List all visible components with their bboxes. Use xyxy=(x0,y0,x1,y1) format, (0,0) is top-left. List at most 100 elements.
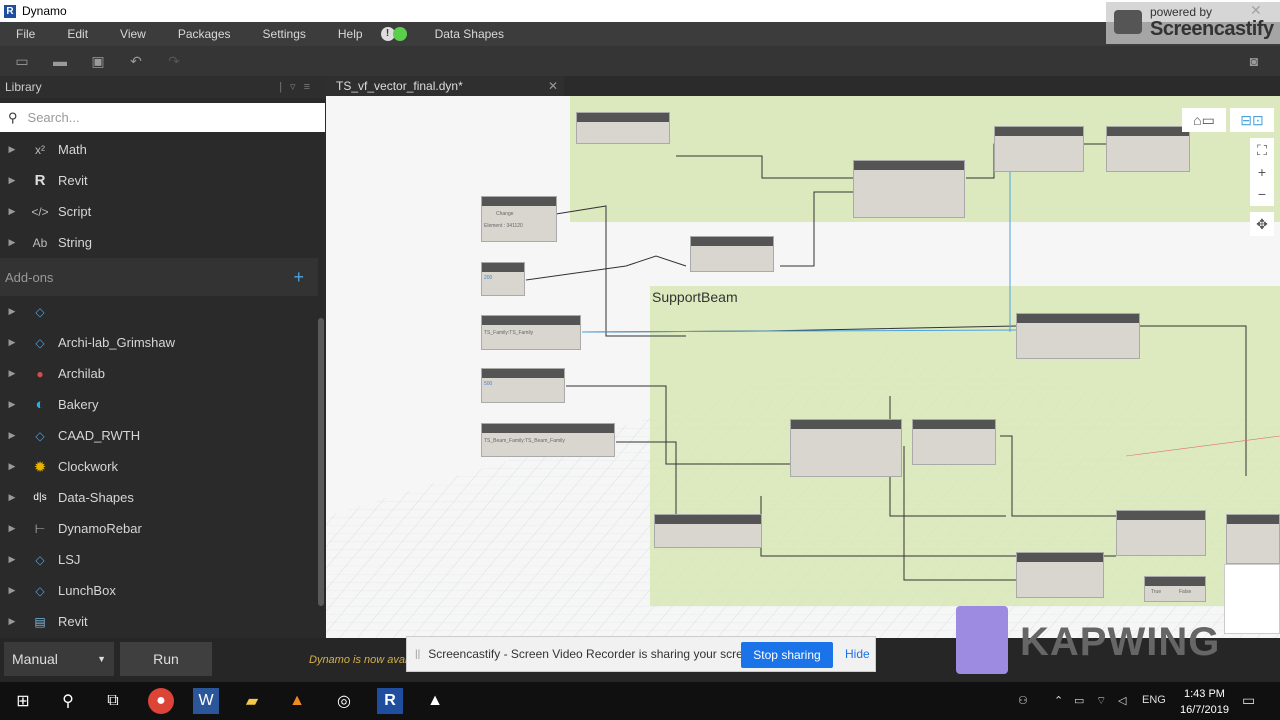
battery-icon[interactable]: ▭ xyxy=(1074,694,1084,707)
library-item-math[interactable]: ▶ x² Math xyxy=(0,134,318,165)
photos-icon[interactable]: ▲ xyxy=(422,688,448,714)
node-boolean-false[interactable]: False xyxy=(1179,589,1191,595)
library-item-lsj[interactable]: ▶ ◇ LSJ xyxy=(0,544,318,575)
volume-icon[interactable]: ◁ xyxy=(1118,694,1126,707)
library-item-lunchbox[interactable]: ▶ ◇ LunchBox xyxy=(0,575,318,606)
notifications-icon[interactable]: ▭ xyxy=(1242,692,1255,709)
menu-edit[interactable]: Edit xyxy=(51,27,104,41)
revit-logo-icon: R xyxy=(4,4,16,18)
task-view-icon[interactable]: ⧉ xyxy=(100,688,126,714)
search-input[interactable]: Search... xyxy=(28,110,80,125)
node-support-2[interactable] xyxy=(790,419,902,477)
library-item-label: LSJ xyxy=(58,552,81,567)
chevron-down-icon: ▼ xyxy=(97,654,106,664)
tab-workspace[interactable]: TS_vf_vector_final.dyn* ✕ xyxy=(326,76,564,96)
node-top-right-1[interactable] xyxy=(994,126,1084,172)
math-icon: x² xyxy=(35,142,45,157)
node-beam-family-value: TS_Beam_Family:TS_Beam_Family xyxy=(484,438,565,444)
expand-icon: ▶ xyxy=(8,144,16,154)
hide-button[interactable]: Hide xyxy=(845,647,870,661)
node-boolean[interactable]: True False xyxy=(1144,576,1206,602)
stop-sharing-button[interactable]: Stop sharing xyxy=(741,642,833,668)
library-scrollbar[interactable] xyxy=(318,318,324,606)
screencastify-watermark: powered by Screencastify xyxy=(1106,2,1280,44)
geometry-view-icon[interactable]: ⌂▭ xyxy=(1182,108,1226,132)
node-right-edge[interactable] xyxy=(1226,514,1280,564)
graph-canvas[interactable]: SupportBeam Change Element : 341120 200 … xyxy=(326,96,1280,638)
library-item-dynamorebar[interactable]: ▶ ⊢ DynamoRebar xyxy=(0,513,318,544)
node-top-right-2[interactable] xyxy=(1106,126,1190,172)
menu-packages[interactable]: Packages xyxy=(162,27,247,41)
library-item-string[interactable]: ▶ Ab String xyxy=(0,227,318,258)
people-icon[interactable]: ⚇ xyxy=(1018,694,1028,707)
menu-file[interactable]: File xyxy=(0,27,51,41)
library-item-revit-addon[interactable]: ▶ ▤ Revit xyxy=(0,606,318,637)
library-search[interactable]: ⚲ Search... xyxy=(0,103,325,132)
zoom-fit-icon[interactable]: ⛶ xyxy=(1250,138,1274,162)
node-support-6[interactable] xyxy=(1016,552,1104,598)
node-support-3[interactable] xyxy=(912,419,996,465)
camera-icon[interactable]: ◙ xyxy=(1246,53,1262,69)
close-tab-icon[interactable]: ✕ xyxy=(548,76,558,96)
menu-view[interactable]: View xyxy=(104,27,162,41)
run-mode-dropdown[interactable]: Manual ▼ xyxy=(4,642,114,676)
library-item-script[interactable]: ▶ </> Script xyxy=(0,196,318,227)
library-item-addon[interactable]: ▶ ◇ xyxy=(0,296,318,327)
library-item-archilab[interactable]: ▶ ● Archilab xyxy=(0,358,318,389)
node-family-types[interactable]: TS_Family:TS_Family xyxy=(481,315,581,350)
library-item-revit[interactable]: ▶ R Revit xyxy=(0,165,318,196)
bakery-icon: ◐ xyxy=(35,396,45,413)
library-item-clockwork[interactable]: ▶ ✹ Clockwork xyxy=(0,451,318,482)
save-icon[interactable]: ▣ xyxy=(90,53,106,69)
library-item-data-shapes[interactable]: ▶ d|s Data-Shapes xyxy=(0,482,318,513)
run-button[interactable]: Run xyxy=(120,642,212,676)
node-support-1[interactable] xyxy=(1016,313,1140,359)
node-support-4[interactable] xyxy=(654,514,762,548)
node-mid-top[interactable] xyxy=(853,160,965,218)
node-support-5[interactable] xyxy=(1116,510,1206,556)
undo-icon[interactable]: ↶ xyxy=(128,53,144,69)
menu-settings[interactable]: Settings xyxy=(247,27,322,41)
vlc-icon[interactable]: ▲ xyxy=(284,688,310,714)
menu-help[interactable]: Help xyxy=(322,27,379,41)
library-panel: Library |▿≡ ⚲ Search... ▶ x² Math ▶ R Revit … xyxy=(0,76,326,638)
node-number-input[interactable]: 200 xyxy=(481,262,525,296)
revit-taskbar-icon[interactable]: R xyxy=(377,688,403,714)
library-filter-icon[interactable]: |▿≡ xyxy=(279,80,318,93)
zoom-in-icon[interactable]: + xyxy=(1250,160,1274,184)
network-icon[interactable]: ⌔ xyxy=(1096,694,1106,708)
node-number-value: 200 xyxy=(484,275,493,281)
taskbar-clock[interactable]: 1:43 PM 16/7/2019 xyxy=(1180,686,1229,718)
node-top-left[interactable] xyxy=(576,112,670,144)
node-change[interactable]: Change Element : 341120 xyxy=(481,196,557,242)
app-icon[interactable]: ◎ xyxy=(331,688,357,714)
node-beam-family[interactable]: TS_Beam_Family:TS_Beam_Family xyxy=(481,423,615,457)
tray-chevron-icon[interactable]: ⌃ xyxy=(1054,694,1063,707)
node-number-input-2[interactable]: 500 xyxy=(481,368,565,403)
node-boolean-true[interactable]: True xyxy=(1151,589,1161,595)
package-icon: ◇ xyxy=(35,304,45,319)
graph-view-icon[interactable]: ⊟⊡ xyxy=(1230,108,1274,132)
chrome-icon[interactable]: ● xyxy=(148,688,174,714)
zoom-out-icon[interactable]: − xyxy=(1250,182,1274,206)
node-mid[interactable] xyxy=(690,236,774,272)
file-explorer-icon[interactable]: ▰ xyxy=(239,688,265,714)
library-item-archi-lab-grimshaw[interactable]: ▶ ◇ Archi-lab_Grimshaw xyxy=(0,327,318,358)
drag-handle-icon[interactable]: || xyxy=(415,649,420,660)
add-package-icon[interactable]: + xyxy=(293,267,304,288)
search-icon[interactable]: ⚲ xyxy=(55,688,81,714)
menu-data-shapes[interactable]: Data Shapes xyxy=(419,27,520,41)
expand-icon: ▶ xyxy=(8,616,16,626)
redo-icon[interactable]: ↷ xyxy=(166,53,182,69)
group-title[interactable]: SupportBeam xyxy=(652,289,738,305)
watch-preview xyxy=(1224,564,1280,634)
library-item-bakery[interactable]: ▶ ◐ Bakery xyxy=(0,389,318,420)
word-icon[interactable]: W xyxy=(193,688,219,714)
library-item-caad-rwth[interactable]: ▶ ◇ CAAD_RWTH xyxy=(0,420,318,451)
pan-icon[interactable]: ✥ xyxy=(1250,212,1274,236)
windows-start-icon[interactable]: ⊞ xyxy=(10,688,36,714)
language-indicator[interactable]: ENG xyxy=(1142,694,1166,706)
open-folder-icon[interactable]: ▬ xyxy=(52,53,68,69)
new-file-icon[interactable]: ▭ xyxy=(14,53,30,69)
notification-toggle[interactable]: ! xyxy=(380,27,409,41)
